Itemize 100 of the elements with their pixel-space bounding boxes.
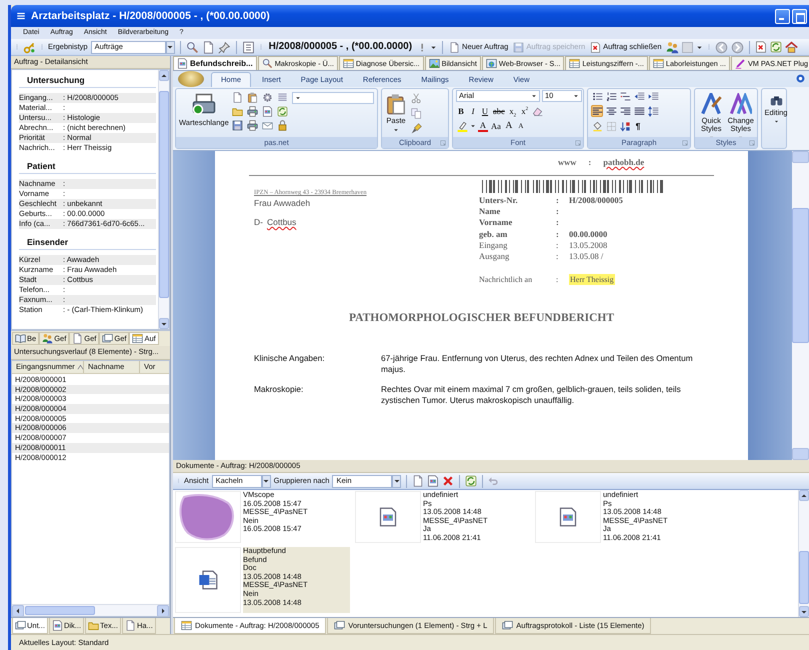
format-button[interactable]: B xyxy=(456,105,466,117)
format-button[interactable]: Aa xyxy=(490,120,502,132)
highlighter-icon[interactable] xyxy=(456,120,468,132)
section-text: 67-jährige Frau. Entfernung von Uterus, des rechten Adnex und Teilen des Omentum majus. xyxy=(381,353,694,374)
printer-icon[interactable] xyxy=(246,119,259,131)
format-button[interactable]: abc xyxy=(492,105,506,117)
page-icon[interactable] xyxy=(232,91,244,103)
refresh-icon[interactable] xyxy=(770,41,782,53)
scissors-icon[interactable] xyxy=(410,92,422,104)
app-menu-icon[interactable] xyxy=(16,11,26,21)
pen-icon xyxy=(734,58,746,69)
separator: : xyxy=(556,206,560,218)
gear-icon[interactable] xyxy=(262,91,274,103)
caret-icon xyxy=(294,95,301,101)
increase-indent-icon[interactable] xyxy=(647,90,659,102)
city-name: Cottbus xyxy=(266,217,296,227)
website-link[interactable]: pathobh.de xyxy=(603,157,644,169)
page-icon xyxy=(72,333,84,344)
line-spacing-icon[interactable] xyxy=(647,105,659,117)
picture-icon xyxy=(428,58,440,69)
users-icon[interactable] xyxy=(666,40,678,54)
caret-icon[interactable] xyxy=(696,44,702,50)
info-value: 13.05.2008 xyxy=(569,240,608,251)
page-icon[interactable] xyxy=(202,40,215,54)
brush-icon[interactable] xyxy=(410,122,422,134)
clipboard-icon[interactable] xyxy=(246,91,259,103)
shading-icon[interactable] xyxy=(591,120,603,132)
document-icon[interactable] xyxy=(262,105,274,117)
vertical-scrollbar[interactable] xyxy=(792,151,809,460)
format-button[interactable]: A xyxy=(504,120,514,132)
pin-icon[interactable] xyxy=(218,40,231,54)
decrease-indent-icon[interactable] xyxy=(633,90,645,102)
refresh-icon[interactable] xyxy=(276,105,289,117)
numbered-list-icon[interactable] xyxy=(605,90,617,102)
justify-icon[interactable] xyxy=(633,105,645,117)
globe-icon xyxy=(486,58,497,69)
info-label: Ausgang xyxy=(479,250,510,262)
dropdown-button[interactable] xyxy=(262,474,271,488)
caret-icon xyxy=(774,119,778,124)
info-label: geb. am xyxy=(479,228,508,240)
separator: : xyxy=(588,157,592,169)
delete-icon[interactable] xyxy=(442,475,454,487)
maximize-button[interactable] xyxy=(792,8,807,24)
website-label: www xyxy=(558,157,576,169)
vertical-scrollbar[interactable] xyxy=(158,70,169,329)
section-heading: Einsender xyxy=(19,234,156,250)
format-button[interactable]: A xyxy=(478,120,488,132)
dropdown-button[interactable] xyxy=(392,474,402,488)
save-icon[interactable] xyxy=(232,119,244,131)
form-icon[interactable] xyxy=(242,40,255,54)
multilevel-list-icon[interactable] xyxy=(619,90,631,102)
sort-icon[interactable] xyxy=(619,120,631,132)
caret-icon xyxy=(14,607,22,615)
help-icon[interactable] xyxy=(796,74,805,83)
tissue-slide-image xyxy=(180,494,234,540)
list-icon[interactable] xyxy=(276,91,289,103)
dropdown-button[interactable] xyxy=(166,40,175,54)
new-page-icon[interactable] xyxy=(412,475,424,487)
folder-icon xyxy=(88,620,100,631)
horizontal-scrollbar[interactable] xyxy=(12,604,169,616)
align-left-icon[interactable] xyxy=(591,105,603,117)
caret-icon xyxy=(531,93,537,99)
show-marks-button[interactable]: ¶ xyxy=(633,120,643,132)
close-document-icon[interactable] xyxy=(754,41,766,53)
forward-icon[interactable] xyxy=(730,40,744,54)
refresh-icon[interactable] xyxy=(465,475,478,487)
card-icon xyxy=(334,620,346,631)
lock-icon[interactable] xyxy=(276,119,289,131)
document-icon[interactable] xyxy=(427,475,440,487)
printer-icon[interactable] xyxy=(246,105,259,117)
card-icon xyxy=(102,333,114,344)
document-tab[interactable]: Befundschreib... xyxy=(173,56,257,70)
minimize-button[interactable] xyxy=(775,8,790,24)
format-button[interactable]: U xyxy=(480,105,490,117)
info-label: Name xyxy=(479,206,502,218)
bullet-list-icon[interactable] xyxy=(591,90,603,102)
format-button[interactable]: x$_{2}$ xyxy=(508,105,518,117)
back-icon[interactable] xyxy=(714,40,728,54)
format-button[interactable]: I xyxy=(468,105,478,117)
info-value: H/2008/000005 xyxy=(569,195,623,206)
vertical-scrollbar[interactable] xyxy=(798,490,809,617)
home-icon[interactable] xyxy=(784,40,798,54)
align-center-icon[interactable] xyxy=(605,105,617,117)
window-title: Arztarbeitsplatz - H/2008/000005 - , (*00.00.0000) xyxy=(31,10,270,22)
section-label: Makroskopie: xyxy=(254,384,304,396)
search-icon[interactable] xyxy=(186,40,199,54)
format-button[interactable]: x$^{2}$ xyxy=(520,105,530,117)
caret-icon[interactable] xyxy=(470,123,476,129)
table-icon xyxy=(342,58,354,69)
eraser-icon[interactable] xyxy=(532,105,544,117)
doc-icon xyxy=(52,620,63,631)
align-right-icon[interactable] xyxy=(619,105,631,117)
book-icon xyxy=(15,333,26,344)
caret-icon[interactable] xyxy=(430,44,438,50)
key-icon[interactable] xyxy=(23,40,36,54)
caret-icon xyxy=(262,477,270,485)
people-icon xyxy=(42,333,54,344)
country-code: D- xyxy=(254,217,263,227)
copy-icon[interactable] xyxy=(410,107,422,119)
table-icon xyxy=(181,620,192,631)
